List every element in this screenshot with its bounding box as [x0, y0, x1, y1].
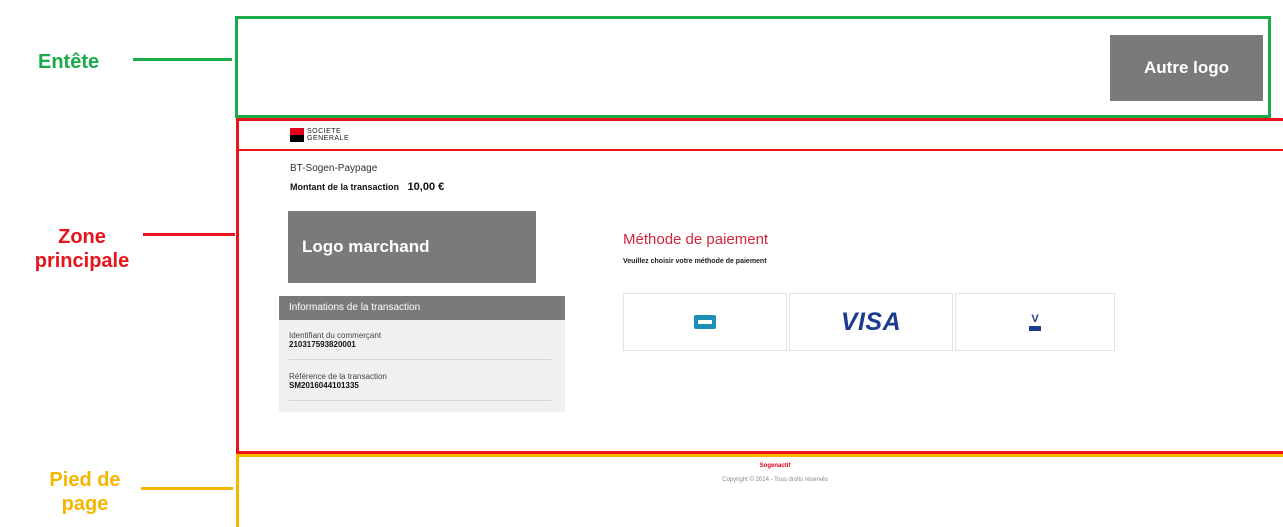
- main-annotation-label: Zone principale: [34, 226, 130, 272]
- footer-copyright: Copyright © 2014 - Tous droits réservés: [722, 477, 828, 483]
- amount-label: Montant de la transaction: [290, 182, 400, 192]
- bank-logo: SOCIETE GENERALE: [290, 124, 349, 146]
- info-separator: [289, 359, 551, 360]
- cb-card-icon: [694, 315, 716, 329]
- main-annotation-arrow: [143, 233, 235, 236]
- transaction-info-items: Identifiant du commerçant 21031759382000…: [289, 331, 551, 401]
- payment-method-instruction: Veuillez choisir votre méthode de paieme…: [623, 258, 767, 265]
- footer-annotation-arrow: [141, 487, 233, 490]
- info-item-label: Identifiant du commerçant: [289, 331, 382, 340]
- header-annotation-label: Entête: [38, 51, 100, 73]
- bank-logo-text: SOCIETE GENERALE: [307, 128, 350, 142]
- info-separator: [289, 400, 551, 401]
- footer-brand: Sogenactif: [759, 463, 791, 469]
- payment-method-title: Méthode de paiement: [623, 231, 769, 248]
- vpay-icon: V: [1029, 313, 1041, 331]
- info-item-value: 210317593820001: [289, 340, 356, 349]
- info-item-transaction-ref: Référence de la transaction SM2016044101…: [289, 372, 551, 390]
- info-item-label: Référence de la transaction: [289, 372, 387, 381]
- footer-annotation-label: Pied de page: [49, 469, 121, 515]
- visa-logo: VISA: [840, 307, 902, 336]
- amount-value: 10,00 €: [407, 181, 445, 193]
- payment-option-visa[interactable]: VISA: [789, 293, 953, 351]
- info-item-value: SM2016044101335: [289, 381, 359, 390]
- bank-logo-mark: [290, 128, 304, 142]
- payment-option-vpay[interactable]: V: [955, 293, 1115, 351]
- payment-option-cb[interactable]: [623, 293, 787, 351]
- shop-name: BT-Sogen-Paypage: [290, 163, 378, 174]
- transaction-info-title: Informations de la transaction: [279, 296, 565, 320]
- header-annotation-arrow: [133, 58, 232, 61]
- info-item-merchant-id: Identifiant du commerçant 21031759382000…: [289, 331, 551, 349]
- other-logo-placeholder: Autre logo: [1110, 35, 1263, 101]
- transaction-amount: Montant de la transaction 10,00 €: [290, 181, 444, 193]
- header-divider: [238, 149, 1283, 151]
- merchant-logo-placeholder: Logo marchand: [288, 211, 536, 283]
